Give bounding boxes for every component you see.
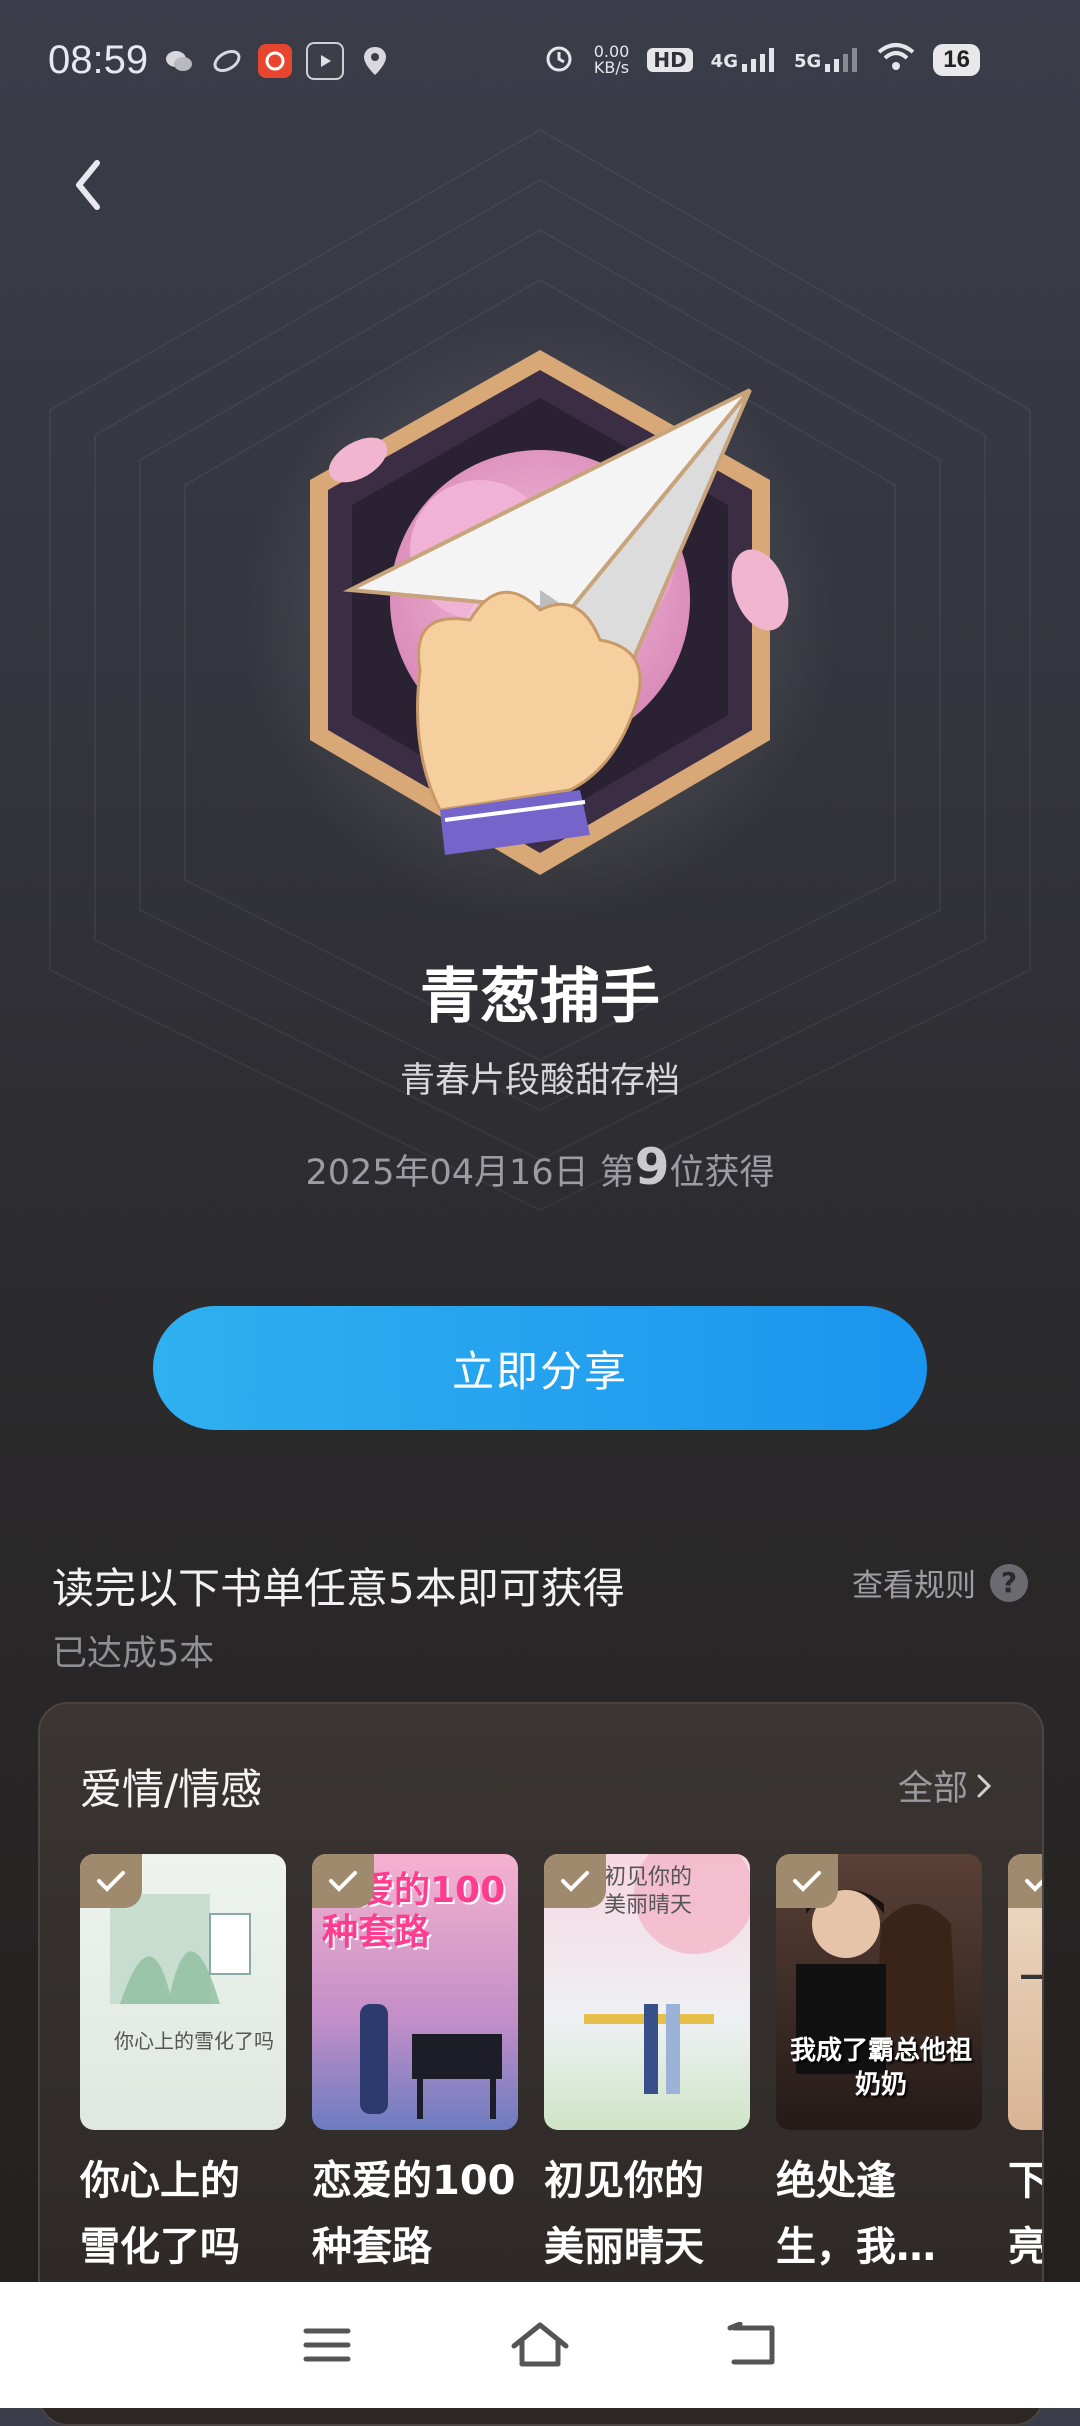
notification-icons (162, 42, 392, 80)
book-title-line2: 雪化了吗 (80, 2224, 240, 2270)
earned-rank: 9 (634, 1138, 670, 1196)
read-check-icon (80, 1854, 142, 1908)
achievement-badge (94, 174, 840, 930)
status-time: 08:59 (48, 38, 149, 82)
cover-text: 下 (1018, 1954, 1042, 2035)
signal-5g-label: 5G (793, 51, 822, 72)
wifi-icon (877, 42, 915, 78)
menu-button[interactable] (287, 2305, 367, 2385)
back-nav-button[interactable] (713, 2305, 793, 2385)
book-cover[interactable]: 你心上的雪化了吗 (80, 1854, 286, 2130)
reader-app-icon (258, 44, 292, 78)
task-title: 读完以下书单任意5本即可获得 (52, 1564, 625, 1613)
view-all-label: 全部 (897, 1769, 968, 1809)
book-title-line1: 恋爱的100 (312, 2158, 516, 2204)
task-progress: 已达成5本 (52, 1634, 215, 1674)
badge-earned-info: 2025年04月16日 第9位获得 (0, 1138, 1080, 1196)
status-bar: 08:59 0.00 KB/s HD 4G 5G 16 (0, 0, 1080, 130)
book-cover[interactable]: 初见你的美丽晴天 (544, 1854, 750, 2130)
alarm-icon (542, 40, 576, 80)
badge-description: 青春片段酸甜存档 (399, 1061, 680, 1101)
book-item[interactable]: 我成了霸总他祖奶奶 绝处逢 生，我… (776, 1854, 982, 2280)
home-icon (511, 2322, 569, 2367)
book-title-line1: 绝处逢 (776, 2158, 896, 2204)
earned-date: 2025年04月16日 第 (305, 1153, 635, 1193)
signal-5g-icon: 5G (794, 48, 859, 72)
battery-indicator: 16 (933, 44, 980, 76)
chevron-left-icon (76, 160, 100, 210)
book-item[interactable]: 恋爱的100种套路 恋爱的100 种套路 (312, 1854, 518, 2280)
system-nav-bar (0, 2282, 1080, 2408)
book-cover[interactable]: 恋爱的100种套路 (312, 1854, 518, 2130)
app-leaf-icon (210, 44, 244, 78)
book-cover[interactable]: 我成了霸总他祖奶奶 (776, 1854, 982, 2130)
hd-icon: HD (647, 48, 693, 72)
book-title-line2: 生，我… (776, 2224, 936, 2270)
view-all-link[interactable]: 全部 (898, 1760, 992, 1811)
booklist-category: 爱情/情感 (80, 1765, 263, 1814)
cover-text: 我成了霸总他祖奶奶 (789, 2036, 972, 2100)
book-list: 你心上的雪化了吗 你心上的 雪化了吗 恋爱的100种套路 恋爱的100 种套路 (80, 1854, 1044, 2280)
read-check-icon (1008, 1854, 1042, 1908)
video-app-icon (306, 42, 344, 80)
cover-text: 初见你的美丽晴天 (604, 1865, 693, 1918)
book-title-line1: 初见你的 (544, 2158, 704, 2204)
location-icon (358, 44, 392, 78)
back-icon (727, 2322, 775, 2365)
wechat-icon (162, 44, 196, 78)
system-icons: 0.00 KB/s HD 4G 5G 16 (542, 40, 980, 80)
home-button[interactable] (500, 2305, 580, 2385)
signal-4g-icon: 4G (711, 48, 776, 72)
back-button[interactable] (60, 150, 116, 220)
read-check-icon (776, 1854, 838, 1908)
book-item[interactable]: 初见你的美丽晴天 初见你的 美丽晴天 (544, 1854, 750, 2280)
share-button[interactable]: 立即分享 (153, 1306, 927, 1430)
book-title-line2: 美丽晴天 (544, 2224, 704, 2270)
question-icon: ? (990, 1563, 1028, 1602)
book-title-line1: 下 (1008, 2158, 1044, 2204)
badge-title: 青葱捕手 (420, 962, 660, 1032)
book-title-line1: 你心上的 (80, 2158, 240, 2204)
signal-4g-label: 4G (710, 51, 738, 72)
read-check-icon (312, 1854, 374, 1908)
book-item[interactable]: 你心上的雪化了吗 你心上的 雪化了吗 (80, 1854, 286, 2280)
read-check-icon (544, 1854, 606, 1908)
cover-text: 你心上的雪化了吗 (114, 2029, 274, 2053)
menu-icon (303, 2328, 351, 2362)
earned-suffix: 位获得 (669, 1153, 775, 1193)
net-speed-unit: KB/s (593, 58, 630, 77)
book-cover[interactable]: 下 (1008, 1854, 1042, 2130)
view-rules-link[interactable]: 查看规则 ? (852, 1560, 1028, 1605)
book-title-line2: 种套路 (312, 2224, 432, 2270)
view-rules-label: 查看规则 (852, 1568, 976, 1604)
book-title-line2: 亮 (1008, 2224, 1044, 2270)
book-item[interactable]: 下 下 亮 (1008, 1854, 1044, 2280)
net-speed: 0.00 KB/s (594, 44, 630, 76)
chevron-right-icon (977, 1774, 992, 1797)
